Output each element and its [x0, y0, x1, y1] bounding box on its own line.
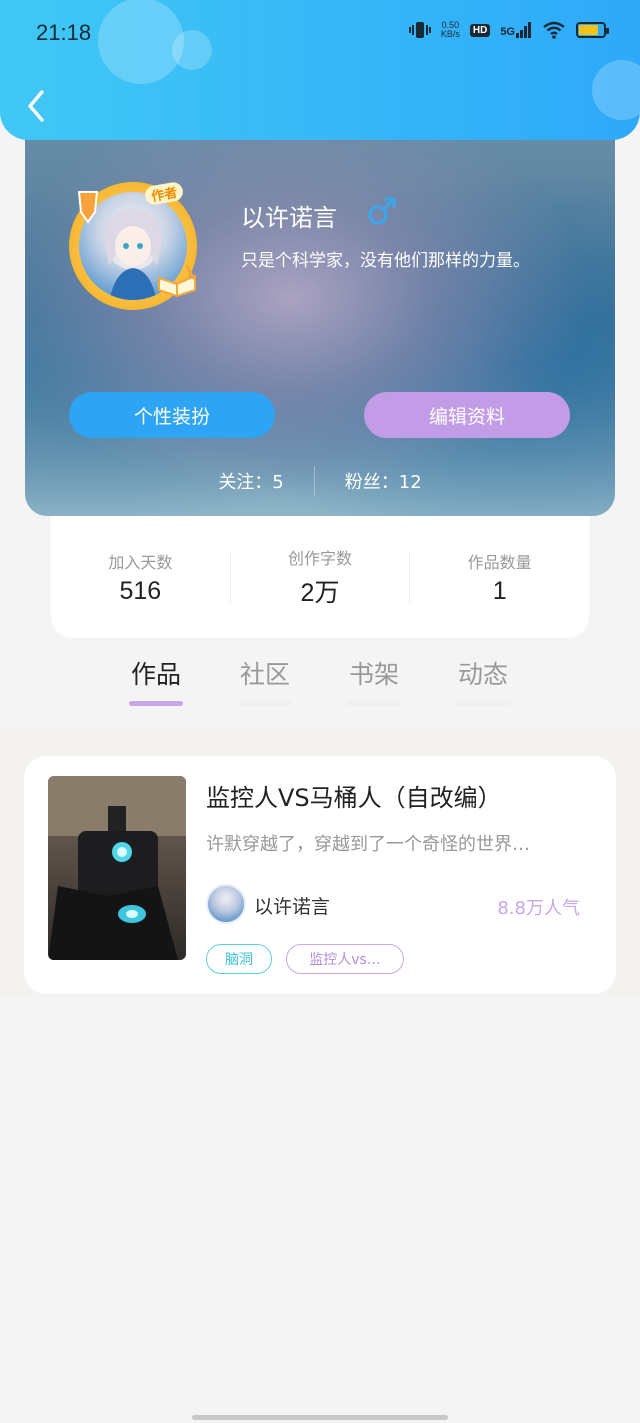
author-avatar — [206, 884, 246, 924]
decorative-bubble — [592, 60, 640, 120]
tab-label: 作品 — [130, 660, 181, 689]
stat-label: 作品数量 — [467, 552, 532, 572]
status-icons: 0.50 KB/s HD 5G — [408, 20, 609, 40]
home-indicator[interactable] — [192, 1415, 448, 1420]
tab-underline — [456, 701, 510, 706]
username: 以许诺言 — [241, 204, 337, 232]
divider — [313, 466, 315, 496]
following-count[interactable]: 关注：5 — [218, 468, 283, 494]
male-icon — [368, 197, 396, 225]
stat-label: 创作字数 — [288, 549, 353, 568]
stat-join-days: 加入天数 516 — [51, 549, 230, 606]
hd-icon: HD — [469, 23, 491, 37]
vibrate-icon — [408, 22, 431, 38]
work-popularity: 8.8万人气 — [497, 898, 580, 919]
tag-chip[interactable]: 监控人vs… — [286, 944, 404, 974]
stat-works-count: 作品数量 1 — [410, 549, 589, 606]
stat-value: 1 — [492, 576, 507, 605]
tab-community[interactable]: 社区 — [238, 655, 292, 706]
work-author: 以许诺言 — [254, 896, 331, 918]
followers-count[interactable]: 粉丝：12 — [345, 468, 422, 494]
profile-card: 作者 以许诺言 只是个科学家，没有他们那样的力量。 个性装扮 编辑资料 关注：5… — [25, 120, 615, 516]
tab-underline — [238, 701, 292, 706]
creator-stats-card: 加入天数 516 创作字数 2万 作品数量 1 — [51, 516, 589, 638]
app-header: 21:18 0.50 KB/s HD 5G — [0, 0, 640, 140]
tab-underline — [129, 701, 183, 706]
cover-illustration — [48, 776, 186, 960]
battery-icon — [576, 22, 609, 38]
user-bio: 只是个科学家，没有他们那样的力量。 — [241, 251, 530, 271]
tab-activity[interactable]: 动态 — [456, 655, 510, 706]
profile-tabs: 作品 社区 书架 动态 — [0, 655, 640, 725]
stat-value: 2万 — [300, 579, 340, 607]
stat-label: 加入天数 — [108, 552, 173, 572]
avatar[interactable]: 作者 — [69, 180, 197, 310]
book-quill-icon — [158, 264, 196, 298]
wifi-icon — [543, 21, 565, 39]
status-time: 21:18 — [36, 20, 92, 45]
cellular-signal-icon: 5G — [500, 22, 532, 38]
follow-stats: 关注：5 粉丝：12 — [25, 466, 615, 496]
work-description: 许默穿越了，穿越到了一个奇怪的世界… — [206, 834, 530, 855]
personal-dress-button[interactable]: 个性装扮 — [69, 392, 275, 438]
work-card[interactable]: 监控人VS马桶人（自改编） 许默穿越了，穿越到了一个奇怪的世界… 以许诺言 8.… — [24, 756, 616, 994]
edit-profile-button[interactable]: 编辑资料 — [364, 392, 570, 438]
tab-underline — [347, 701, 401, 706]
decorative-bubble — [172, 30, 212, 70]
stat-value: 516 — [119, 576, 162, 605]
tab-bookshelf[interactable]: 书架 — [347, 655, 401, 706]
tab-works[interactable]: 作品 — [129, 655, 183, 706]
tab-label: 动态 — [457, 660, 508, 689]
back-button[interactable] — [22, 88, 52, 124]
decorative-bubble — [98, 0, 184, 84]
tag-chip[interactable]: 脑洞 — [206, 944, 272, 974]
pencil-icon — [77, 191, 99, 224]
network-speed: 0.50 KB/s — [440, 20, 460, 39]
work-cover-image — [48, 776, 186, 960]
stat-word-count: 创作字数 2万 — [231, 545, 410, 609]
work-title: 监控人VS马桶人（自改编） — [206, 784, 502, 812]
tab-label: 社区 — [239, 660, 290, 689]
tab-label: 书架 — [348, 660, 399, 689]
